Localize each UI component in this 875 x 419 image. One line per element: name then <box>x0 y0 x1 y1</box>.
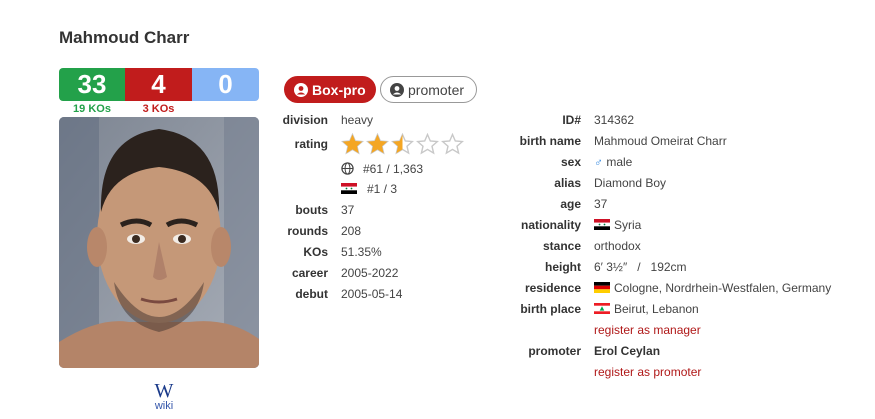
residence-text: Cologne, Nordrhein-Westfalen, Germany <box>614 281 832 295</box>
boxpro-label: Box-pro <box>312 81 366 98</box>
debut-value[interactable]: 2005-05-14 <box>341 287 402 301</box>
height-value: 6′ 3½″ / 192cm <box>594 260 687 274</box>
age-value: 37 <box>594 197 608 211</box>
wins-kos: 19 KOs <box>73 103 111 115</box>
country-rank[interactable]: #1 / 3 <box>341 182 397 196</box>
male-symbol-icon: ♂ <box>594 155 603 169</box>
register-manager-link[interactable]: register as manager <box>594 323 701 337</box>
country-rank-text: #1 / 3 <box>367 182 398 196</box>
world-rank[interactable]: #61 / 1,363 <box>341 162 423 176</box>
bouts-label: bouts <box>295 203 328 217</box>
wiki-link[interactable]: W wiki <box>143 381 185 412</box>
lebanon-flag-icon <box>594 303 610 314</box>
sex-text: male <box>606 155 633 169</box>
alias-value: Diamond Boy <box>594 176 667 190</box>
germany-flag-icon <box>594 282 610 293</box>
rating-stars <box>341 133 464 155</box>
rating-label: rating <box>294 137 328 151</box>
syria-flag-icon <box>594 219 610 230</box>
birthplace-value[interactable]: Beirut, Lebanon <box>594 302 699 316</box>
register-promoter-link[interactable]: register as promoter <box>594 365 701 379</box>
nationality-value[interactable]: Syria <box>594 218 641 232</box>
height-label: height <box>545 260 581 274</box>
nationality-label: nationality <box>520 218 581 232</box>
career-label: career <box>291 266 328 280</box>
residence-label: residence <box>524 281 581 295</box>
birthplace-text: Beirut, Lebanon <box>614 302 699 316</box>
syria-flag-icon <box>341 183 357 194</box>
stance-value: orthodox <box>594 239 641 253</box>
nationality-text: Syria <box>614 218 642 232</box>
rounds-label: rounds <box>287 224 328 238</box>
promoter-badge[interactable]: promoter <box>380 76 477 103</box>
user-circle-icon <box>294 82 308 97</box>
record-bar: 33 4 0 <box>59 68 259 101</box>
bouts-value: 37 <box>341 203 355 217</box>
career-value: 2005-2022 <box>341 266 399 280</box>
sex-label: sex <box>560 155 581 169</box>
boxer-photo <box>59 117 259 368</box>
wiki-label[interactable]: wiki <box>143 400 185 412</box>
division-value[interactable]: heavy <box>341 113 373 127</box>
star-icon <box>366 133 389 155</box>
boxer-photo-image <box>59 117 259 368</box>
promoter-badge-label: promoter <box>408 81 465 98</box>
id-label: ID# <box>562 113 581 127</box>
user-circle-icon <box>390 82 404 97</box>
promoter-label: promoter <box>528 344 581 358</box>
wins-count[interactable]: 33 <box>59 68 125 101</box>
boxer-name: Mahmoud Charr <box>59 28 190 47</box>
sex-value: ♂ male <box>594 155 632 169</box>
rounds-value: 208 <box>341 224 362 238</box>
world-rank-text: #61 / 1,363 <box>363 162 424 176</box>
promoter-value[interactable]: Erol Ceylan <box>594 344 660 358</box>
kos-label: KOs <box>303 245 328 259</box>
star-icon <box>391 133 414 155</box>
stance-label: stance <box>542 239 581 253</box>
star-icon <box>416 133 439 155</box>
birthname-label: birth name <box>519 134 581 148</box>
losses-count[interactable]: 4 <box>125 68 192 101</box>
debut-label: debut <box>295 287 328 301</box>
alias-label: alias <box>554 176 581 190</box>
losses-kos: 3 KOs <box>142 103 175 115</box>
birthname-value: Mahmoud Omeirat Charr <box>594 134 727 148</box>
star-icon <box>441 133 464 155</box>
globe-icon <box>341 162 354 175</box>
birthplace-label: birth place <box>520 302 581 316</box>
star-icon <box>341 133 364 155</box>
division-label: division <box>282 113 328 127</box>
wikipedia-icon[interactable]: W <box>143 381 185 401</box>
draws-count[interactable]: 0 <box>192 68 259 101</box>
boxpro-badge[interactable]: Box-pro <box>284 76 376 103</box>
kos-value: 51.35% <box>341 245 382 259</box>
residence-value[interactable]: Cologne, Nordrhein-Westfalen, Germany <box>594 281 831 295</box>
age-label: age <box>560 197 581 211</box>
id-value: 314362 <box>594 113 635 127</box>
